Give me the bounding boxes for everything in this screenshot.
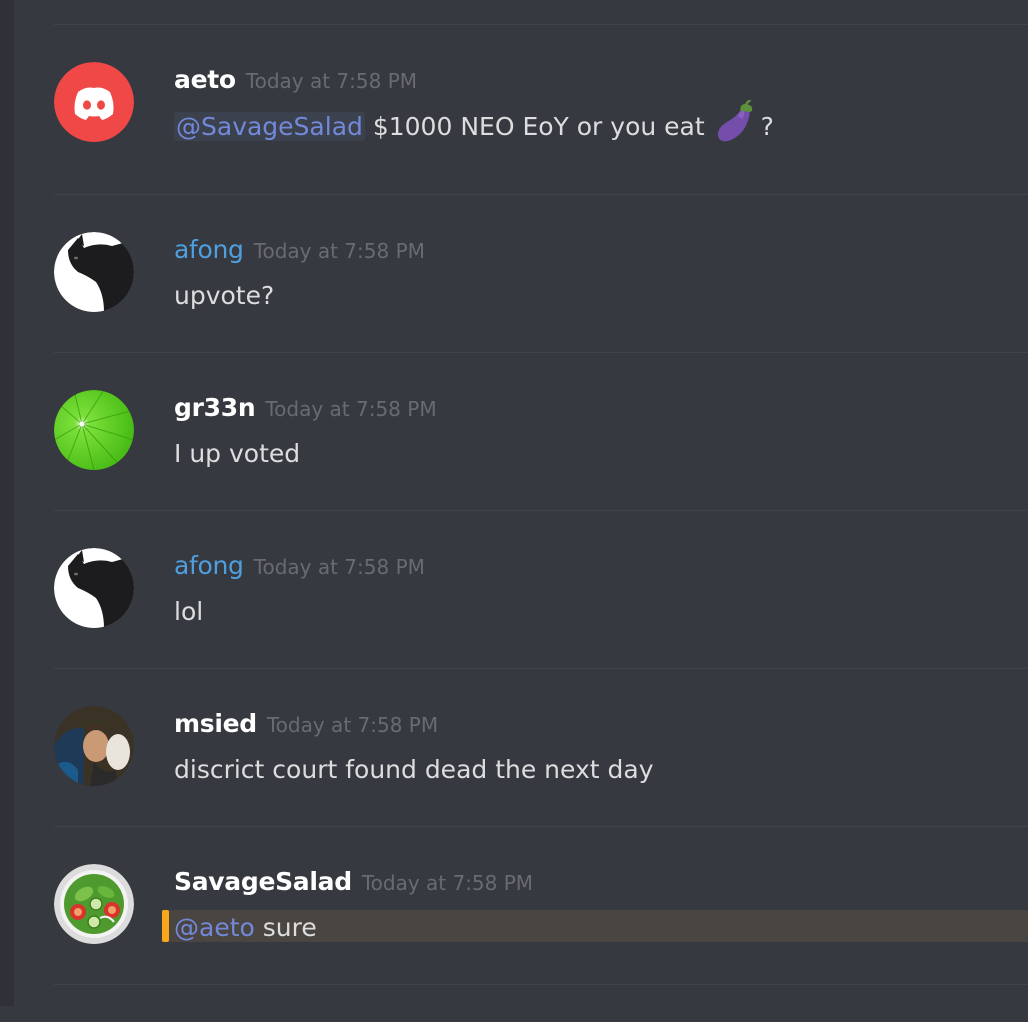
chat-message: afong Today at 7:58 PM lol (14, 548, 1028, 706)
mention-highlight-bar (162, 910, 169, 942)
message-content: upvote? (174, 280, 274, 312)
message-text: I up voted (174, 439, 301, 468)
salad-avatar-icon (54, 864, 134, 944)
green-burst-avatar-icon (54, 390, 134, 470)
message-timestamp: Today at 7:58 PM (245, 69, 418, 93)
message-timestamp: Today at 7:58 PM (253, 239, 425, 263)
eggplant-emoji-icon (717, 100, 752, 142)
username[interactable]: gr33n (174, 393, 256, 422)
username[interactable]: aeto (174, 65, 236, 94)
avatar-aeto[interactable] (54, 62, 134, 142)
chat-message: afong Today at 7:58 PM upvote? (14, 232, 1028, 390)
message-divider (54, 352, 1028, 353)
message-divider (54, 826, 1028, 827)
message-content: lol (174, 596, 203, 628)
message-divider (54, 24, 1028, 25)
message-content: @SavageSalad $1000 NEO EoY or you eat ? (174, 100, 774, 146)
chat-message-mentioned: SavageSalad Today at 7:58 PM @aeto sure (14, 864, 1028, 1022)
username[interactable]: afong (174, 551, 244, 580)
cat-avatar-icon (54, 548, 134, 628)
avatar-gr33n[interactable] (54, 390, 134, 470)
message-divider (54, 984, 1028, 985)
message-content: @aeto sure (174, 912, 317, 944)
message-divider (54, 194, 1028, 195)
user-mention[interactable]: @aeto (174, 913, 255, 942)
message-content: I up voted (174, 438, 300, 470)
message-timestamp: Today at 7:58 PM (265, 397, 437, 421)
message-text: discrict court found dead the next day (174, 755, 654, 784)
username[interactable]: afong (174, 235, 244, 264)
photo-avatar-icon (54, 706, 134, 786)
left-sidebar-edge (0, 0, 14, 1006)
avatar-afong[interactable] (54, 232, 134, 312)
username[interactable]: msied (174, 709, 257, 738)
message-text: upvote? (174, 281, 275, 310)
avatar-msied[interactable] (54, 706, 134, 786)
message-divider (54, 668, 1028, 669)
message-text: $1000 NEO EoY or you eat (372, 112, 705, 141)
message-text: sure (262, 913, 317, 942)
discord-logo-icon (54, 62, 134, 142)
message-divider (54, 510, 1028, 511)
chat-message: aeto Today at 7:58 PM @SavageSalad $1000 … (14, 62, 1028, 220)
username[interactable]: SavageSalad (174, 867, 352, 896)
message-timestamp: Today at 7:58 PM (253, 555, 425, 579)
message-timestamp: Today at 7:58 PM (361, 871, 534, 895)
avatar-afong[interactable] (54, 548, 134, 628)
message-timestamp: Today at 7:58 PM (266, 713, 439, 737)
message-content: discrict court found dead the next day (174, 754, 654, 786)
message-text-suffix: ? (760, 112, 774, 141)
chat-message: msied Today at 7:58 PM discrict court fou… (14, 706, 1028, 864)
user-mention[interactable]: @SavageSalad (174, 112, 365, 141)
chat-message: gr33n Today at 7:58 PM I up voted (14, 390, 1028, 548)
avatar-savagesalad[interactable] (54, 864, 134, 944)
message-text: lol (174, 597, 204, 626)
chat-message-list[interactable]: aeto Today at 7:58 PM @SavageSalad $1000 … (14, 0, 1028, 1006)
cat-avatar-icon (54, 232, 134, 312)
